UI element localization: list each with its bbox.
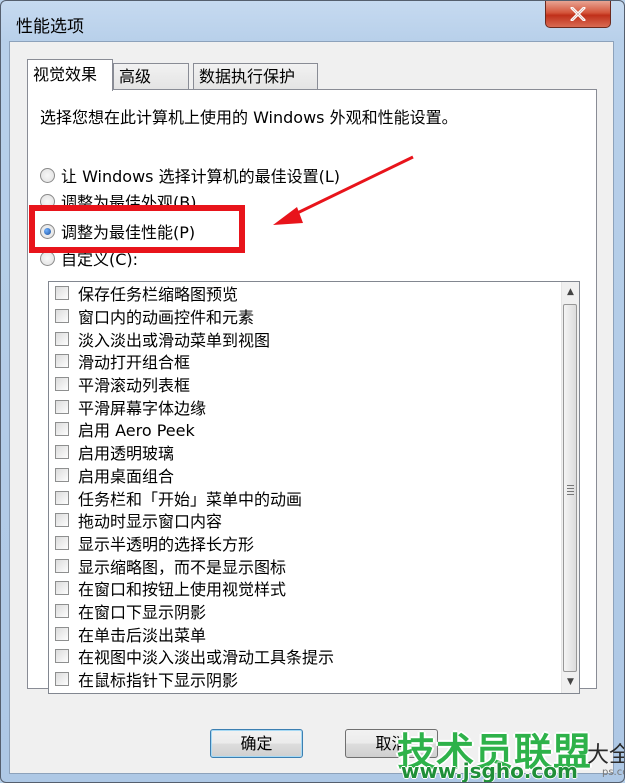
effect-label: 平滑滚动列表框 (78, 376, 191, 396)
window-title: 性能选项 (16, 17, 84, 37)
tab-label: 数据执行保护 (199, 67, 296, 86)
effect-list-item[interactable]: 平滑滚动列表框 (49, 373, 561, 396)
effect-checkbox[interactable] (55, 513, 69, 528)
effect-list-item[interactable]: 保存任务栏缩略图预览 (49, 282, 561, 305)
tab-visual-effects[interactable]: 视觉效果 (27, 59, 113, 91)
effect-list-item[interactable]: 在鼠标指针下显示阴影 (49, 668, 561, 691)
effect-checkbox[interactable] (55, 331, 69, 346)
effect-label: 启用透明玻璃 (78, 444, 175, 464)
effect-checkbox[interactable] (55, 558, 69, 573)
effect-checkbox[interactable] (55, 467, 69, 482)
effect-checkbox[interactable] (55, 377, 69, 392)
effect-list-item[interactable]: 任务栏和「开始」菜单中的动画 (49, 486, 561, 509)
effect-label: 启用桌面组合 (78, 466, 175, 486)
grip-icon (567, 485, 574, 497)
effect-list-item[interactable]: 在窗口和按钮上使用视觉样式 (49, 577, 561, 600)
effect-label: 在窗口下显示阴影 (78, 602, 207, 622)
effect-list-item[interactable]: 窗口内的动画控件和元素 (49, 305, 561, 328)
tab-label: 视觉效果 (33, 65, 98, 84)
effect-checkbox[interactable] (55, 286, 69, 301)
tab-data-execution-prevention[interactable]: 数据执行保护 (193, 63, 318, 90)
annotation-arrow-icon (273, 155, 414, 225)
effect-list-item[interactable]: 启用透明玻璃 (49, 441, 561, 464)
effect-label: 拖动时显示窗口内容 (78, 512, 223, 532)
watermark-logo: 技术员联盟 大全 www.jsgho.com ps.cc (397, 721, 624, 783)
effect-label: 保存任务栏缩略图预览 (78, 285, 239, 305)
effect-list-item[interactable]: 拖动时显示窗口内容 (49, 509, 561, 532)
effect-checkbox[interactable] (55, 626, 69, 641)
vertical-scrollbar[interactable]: ▲ ▼ (561, 282, 579, 693)
effect-checkbox[interactable] (55, 399, 69, 414)
effect-label: 窗口内的动画控件和元素 (78, 308, 255, 328)
effect-label: 显示半透明的选择长方形 (78, 534, 255, 554)
effect-checkbox[interactable] (55, 309, 69, 324)
effect-list-item[interactable]: 在桌面上为图标标签使用阴影 (49, 690, 561, 693)
ok-button-label: 确定 (240, 734, 273, 753)
effect-list-item[interactable]: 在窗口下显示阴影 (49, 600, 561, 623)
effect-checkbox[interactable] (55, 603, 69, 618)
effect-list-item[interactable]: 在单击后淡出菜单 (49, 622, 561, 645)
effect-checkbox[interactable] (55, 354, 69, 369)
effect-checkbox[interactable] (55, 422, 69, 437)
effects-list-items: 保存任务栏缩略图预览 窗口内的动画控件和元素 淡入淡出或滑动菜单到视图 滑动打开组合框… (49, 282, 561, 693)
ok-button[interactable]: 确定 (210, 729, 303, 758)
effect-label: 任务栏和「开始」菜单中的动画 (78, 489, 303, 509)
effect-label: 在桌面上为图标标签使用阴影 (78, 690, 286, 693)
performance-options-window: 性能选项 视觉效果 高级 数据执行保护 选择您想在此计算机上使用的 Window… (0, 0, 625, 783)
title-bar[interactable]: 性能选项 (1, 1, 624, 41)
effect-label: 滑动打开组合框 (78, 353, 191, 373)
tab-label: 高级 (119, 67, 152, 86)
effect-list-item[interactable]: 平滑屏幕字体边缘 (49, 395, 561, 418)
effect-list-item[interactable]: 在视图中淡入淡出或滑动工具条提示 (49, 645, 561, 668)
effect-label: 在单击后淡出菜单 (78, 625, 207, 645)
annotation-highlight-box (29, 205, 245, 253)
effect-checkbox[interactable] (55, 490, 69, 505)
watermark-small-text: ps.cc (602, 767, 624, 778)
effect-list-item[interactable]: 启用桌面组合 (49, 464, 561, 487)
effect-checkbox[interactable] (55, 535, 69, 550)
scrollbar-thumb[interactable] (563, 304, 577, 672)
effect-list-item[interactable]: 显示缩略图，而不是显示图标 (49, 554, 561, 577)
effect-label: 在视图中淡入淡出或滑动工具条提示 (78, 648, 335, 668)
scroll-down-icon[interactable]: ▼ (562, 674, 579, 691)
watermark-url-text: www.jsgho.com (401, 759, 578, 783)
close-button[interactable] (545, 1, 611, 28)
scroll-up-icon[interactable]: ▲ (562, 284, 579, 301)
effects-list[interactable]: 保存任务栏缩略图预览 窗口内的动画控件和元素 淡入淡出或滑动菜单到视图 滑动打开组合框… (48, 281, 580, 694)
effect-list-item[interactable]: 启用 Aero Peek (49, 418, 561, 441)
effect-label: 在鼠标指针下显示阴影 (78, 671, 239, 691)
tab-advanced[interactable]: 高级 (113, 63, 189, 90)
effect-checkbox[interactable] (55, 445, 69, 460)
description-text: 选择您想在此计算机上使用的 Windows 外观和性能设置。 (40, 108, 458, 127)
watermark-suffix-text: 大全 (587, 743, 624, 768)
effect-label: 启用 Aero Peek (78, 421, 195, 441)
effect-checkbox[interactable] (55, 672, 69, 687)
close-icon (570, 7, 586, 21)
effect-label: 显示缩略图，而不是显示图标 (78, 557, 287, 577)
effect-checkbox[interactable] (55, 581, 69, 596)
effect-list-item[interactable]: 淡入淡出或滑动菜单到视图 (49, 327, 561, 350)
effect-label: 淡入淡出或滑动菜单到视图 (78, 330, 271, 350)
effect-list-item[interactable]: 显示半透明的选择长方形 (49, 532, 561, 555)
effect-list-item[interactable]: 滑动打开组合框 (49, 350, 561, 373)
radio-button[interactable] (40, 167, 55, 183)
effect-label: 在窗口和按钮上使用视觉样式 (78, 580, 287, 600)
effect-label: 平滑屏幕字体边缘 (78, 398, 207, 418)
effect-checkbox[interactable] (55, 649, 69, 664)
